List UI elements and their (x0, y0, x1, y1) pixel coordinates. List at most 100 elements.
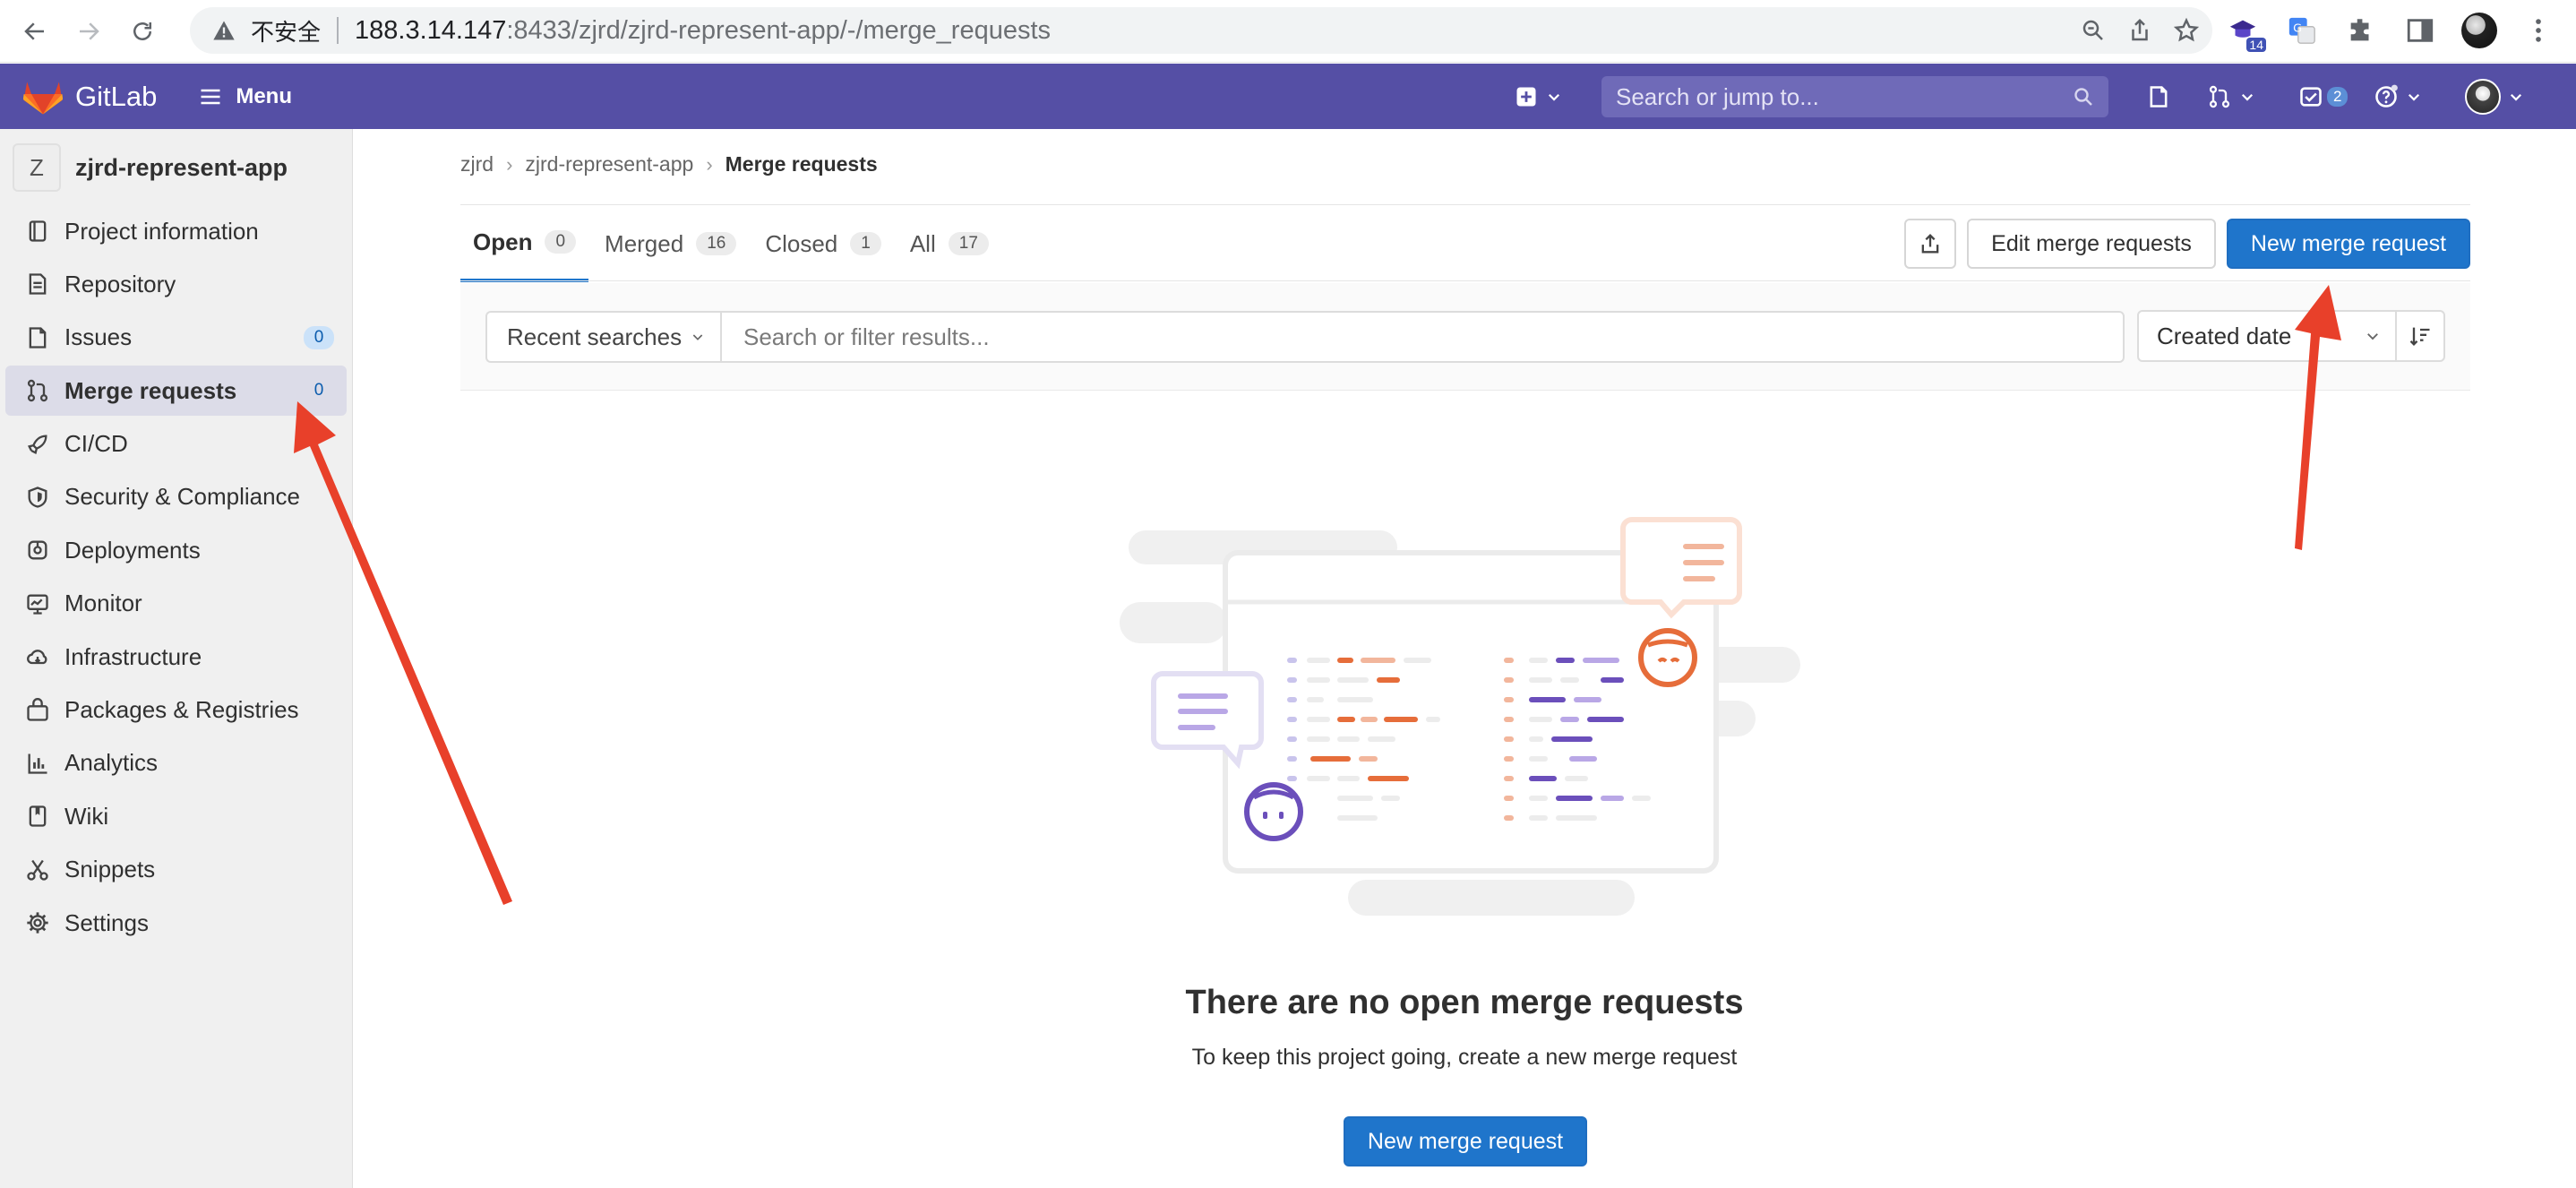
insecure-label: 不安全 (251, 18, 322, 46)
gitlab-home-link[interactable]: GitLab (23, 78, 157, 116)
tab-closed[interactable]: Closed 1 (752, 205, 894, 282)
todos-shortcut[interactable]: 2 (2298, 64, 2348, 129)
sidebar-item-label: Security & Compliance (64, 483, 300, 511)
sidebar-item-label: Packages & Registries (64, 696, 299, 724)
gitlab-header: GitLab Menu Search or jump to... 2 (0, 64, 2576, 129)
monitor-icon (27, 594, 48, 615)
back-button[interactable] (14, 11, 56, 52)
url-path: :8433/zjrd/zjrd-represent-app/-/merge_re… (506, 15, 1052, 45)
sort-direction-button[interactable] (2395, 310, 2445, 362)
merge-requests-shortcut[interactable] (2207, 64, 2255, 129)
new-merge-request-button[interactable]: New merge request (2227, 219, 2470, 269)
tab-count-badge: 1 (850, 232, 881, 255)
tab-open[interactable]: Open 0 (460, 205, 589, 282)
issues-count-badge: 0 (304, 325, 334, 349)
tab-label: Merged (605, 229, 684, 257)
chevron-down-icon (1548, 93, 1560, 101)
sidebar-item-deployments[interactable]: Deployments (5, 525, 347, 575)
sidebar-item-label: Analytics (64, 749, 159, 777)
star-icon[interactable] (2173, 17, 2200, 44)
url-separator (337, 17, 339, 44)
sidebar-item-label: Project information (64, 217, 259, 245)
deployments-icon (28, 540, 47, 560)
main-menu-button[interactable]: Menu (198, 84, 292, 109)
sort-label: Created date (2157, 322, 2292, 349)
git-merge-icon (2209, 85, 2230, 108)
edit-merge-requests-button[interactable]: Edit merge requests (1967, 219, 2216, 269)
chart-icon (28, 753, 47, 774)
book-icon (29, 805, 47, 827)
breadcrumb-current[interactable]: Merge requests (726, 152, 878, 176)
tab-count-badge: 0 (545, 230, 577, 254)
extension-badge: 14 (2246, 38, 2266, 52)
sidebar-item-ci-cd[interactable]: CI/CD (5, 419, 347, 469)
tab-merged[interactable]: Merged 16 (592, 205, 749, 282)
sidebar-item-snippets[interactable]: Snippets (5, 845, 347, 895)
arrow-left-icon (24, 22, 44, 40)
sidebar-item-label: Monitor (64, 590, 142, 617)
issues-icon (2150, 85, 2168, 108)
recent-searches-dropdown[interactable]: Recent searches (485, 311, 720, 363)
project-header[interactable]: Z zjrd-represent-app (0, 129, 352, 206)
translate-icon: G (2288, 17, 2315, 44)
extension-purple[interactable]: 14 (2225, 13, 2266, 52)
tab-label: Closed (765, 229, 838, 257)
tab-count-badge: 16 (696, 232, 737, 255)
sort-by-dropdown[interactable]: Created date (2137, 310, 2397, 362)
sidebar-item-issues[interactable]: Issues 0 (5, 313, 347, 363)
project-name: zjrd-represent-app (75, 153, 288, 181)
cloud-icon (27, 650, 47, 665)
issues-shortcut[interactable] (2146, 64, 2171, 129)
extensions-button[interactable] (2343, 13, 2379, 48)
empty-state-new-merge-request-button[interactable]: New merge request (1344, 1116, 1587, 1166)
sidebar-item-repository[interactable]: Repository (5, 259, 347, 309)
sidebar-item-label: Repository (64, 270, 176, 297)
side-panel-button[interactable] (2402, 13, 2438, 48)
export-button[interactable] (1904, 219, 1956, 269)
sidebar-item-settings[interactable]: Settings (5, 898, 347, 948)
global-search-input[interactable]: Search or jump to... (1601, 76, 2108, 117)
help-dropdown[interactable] (2374, 64, 2422, 129)
reload-button[interactable] (122, 11, 163, 52)
merge-request-state-tabs: Open 0 Merged 16 Closed 1 All 17 (460, 205, 1005, 282)
breadcrumb: zjrd › zjrd-represent-app › Merge reques… (460, 152, 878, 176)
filter-search-input[interactable]: Search or filter results... (720, 311, 2125, 363)
sidebar-item-project-information[interactable]: Project information (5, 206, 347, 256)
breadcrumb-project-link[interactable]: zjrd-represent-app (525, 152, 693, 176)
user-avatar (2465, 78, 2501, 115)
kebab-icon (2536, 19, 2541, 42)
share-icon[interactable] (2126, 17, 2153, 44)
sidebar-item-infrastructure[interactable]: Infrastructure (5, 632, 347, 682)
sidebar-item-label: Infrastructure (64, 642, 202, 670)
scissors-icon (27, 859, 48, 881)
divider (460, 280, 2470, 281)
url-host: 188.3.14.147 (355, 15, 507, 45)
tab-all[interactable]: All 17 (897, 205, 1001, 282)
extensions-area: 14 G (2225, 7, 2556, 54)
create-new-dropdown[interactable] (1514, 64, 1562, 129)
sidebar-item-packages-registries[interactable]: Packages & Registries (5, 685, 347, 736)
sidebar-item-wiki[interactable]: Wiki (5, 791, 347, 841)
extension-translate[interactable]: G (2284, 13, 2320, 48)
menu-label: Menu (236, 83, 293, 108)
sidebar-item-monitor[interactable]: Monitor (5, 579, 347, 629)
chevron-down-icon (2408, 93, 2420, 101)
project-icon (29, 220, 47, 242)
sidebar-item-analytics[interactable]: Analytics (5, 738, 347, 788)
browser-menu-button[interactable] (2520, 13, 2556, 48)
breadcrumb-group-link[interactable]: zjrd (460, 152, 494, 176)
chevron-down-icon (692, 334, 703, 340)
address-bar[interactable]: 不安全 188.3.14.147 :8433/zjrd/zjrd-represe… (190, 7, 2212, 54)
shield-icon (28, 486, 47, 508)
merge-requests-count-badge: 0 (313, 381, 324, 400)
arrow-right-icon (80, 22, 99, 40)
zoom-icon[interactable] (2080, 17, 2107, 44)
sidebar-item-security-compliance[interactable]: Security & Compliance (5, 472, 347, 522)
sidebar-item-label: Issues (64, 323, 133, 351)
sidebar-item-merge-requests[interactable]: Merge requests 0 (5, 366, 347, 417)
forward-button[interactable] (68, 11, 109, 52)
user-menu-dropdown[interactable] (2465, 64, 2524, 129)
rocket-icon (27, 435, 47, 454)
plus-square-icon (1516, 87, 1536, 106)
browser-profile-avatar[interactable] (2461, 13, 2497, 48)
